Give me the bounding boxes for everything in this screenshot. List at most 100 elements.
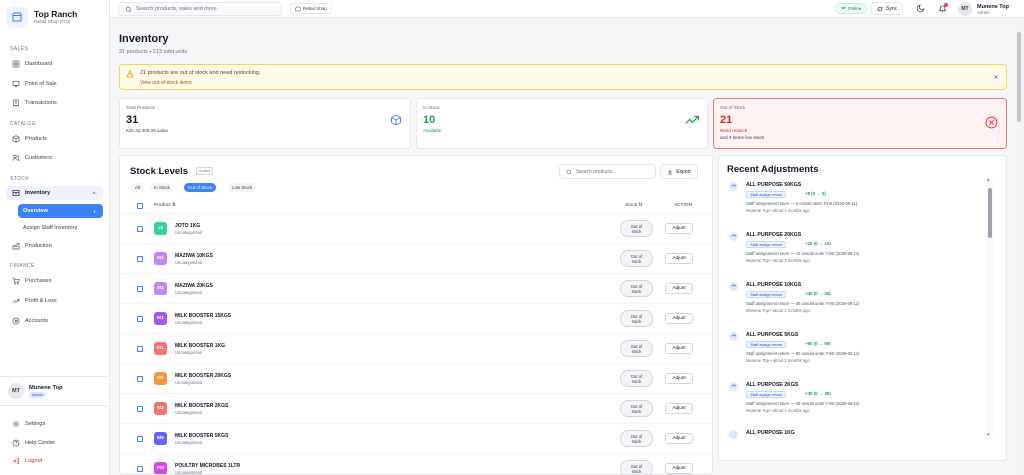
card-label: Out of Stock	[720, 105, 746, 110]
refresh-icon	[729, 430, 738, 439]
product-name[interactable]: POULTRY MICROBES 1LTR	[175, 463, 240, 469]
filter-all[interactable]: All	[131, 183, 144, 192]
sidebar-item-transactions[interactable]: Transactions	[6, 96, 103, 110]
out-of-stock-card[interactable]: Out of Stock 21 Need restock and 4 items…	[713, 98, 1007, 149]
row-checkbox[interactable]	[137, 286, 143, 292]
stock-status-badge: Out of stock	[620, 460, 653, 474]
scrollbar-thumb[interactable]	[988, 188, 992, 238]
scroll-up-icon[interactable]: ▴	[987, 177, 990, 183]
action-column-header: ACTION	[674, 203, 693, 208]
sidebar-item-products[interactable]: Products	[6, 132, 103, 146]
product-avatar: M2	[154, 402, 167, 415]
adjust-button[interactable]: Adjust	[665, 343, 693, 354]
product-name[interactable]: MILK BOOSTER 2KGS	[175, 403, 228, 409]
status-line: stock	[631, 289, 642, 294]
online-label: Online	[848, 6, 862, 11]
moon-icon[interactable]	[916, 4, 925, 13]
sidebar-item-production[interactable]: Production	[6, 239, 103, 253]
adjustment-type-badge: Staff assign return	[746, 341, 787, 348]
adjustment-meta: Munene Top • about 2 months ago	[746, 258, 810, 263]
stock-column-header[interactable]: Stock ⇅	[625, 203, 642, 208]
adjust-button[interactable]: Adjust	[665, 373, 693, 384]
page-scrollbar-thumb[interactable]	[1017, 32, 1021, 122]
product-avatar: M2	[154, 282, 167, 295]
sidebar-item-overview[interactable]: Overview	[18, 204, 103, 218]
store-logo-icon	[6, 6, 28, 28]
search-icon	[566, 169, 572, 174]
sync-button[interactable]: Sync	[871, 2, 904, 15]
filter-in-stock[interactable]: In Stock	[150, 183, 174, 192]
row-checkbox[interactable]	[137, 256, 143, 262]
sidebar-item-settings[interactable]: Settings	[6, 417, 103, 431]
row-checkbox[interactable]	[137, 226, 143, 232]
alert-link[interactable]: View out-of-stock items	[140, 80, 192, 86]
recent-adjustments-panel: Recent Adjustments ALL PURPOSE 50KGS Staf…	[718, 155, 1007, 461]
sidebar-item-accounts[interactable]: Accounts	[6, 314, 103, 328]
factory-icon	[12, 243, 20, 250]
users-icon	[12, 155, 20, 162]
adjust-button[interactable]: Adjust	[665, 223, 693, 234]
table-row: M1 MILK BOOSTER 15KGS Uncategorized Out of s…	[120, 303, 712, 333]
table-row: M1 MAZIWA 10KGS Uncategorized Out of stock Ad…	[120, 243, 712, 273]
product-name[interactable]: MILK BOOSTER 1KG	[175, 343, 225, 349]
export-button[interactable]: Export	[660, 164, 698, 179]
refresh-icon	[729, 182, 738, 191]
sidebar-item-inventory[interactable]: Inventory	[6, 186, 103, 200]
scrollbar[interactable]: ▴ ▾	[987, 177, 993, 438]
product-name[interactable]: JOTO 1KG	[175, 223, 200, 229]
row-checkbox[interactable]	[137, 346, 143, 352]
adjust-button[interactable]: Adjust	[665, 253, 693, 264]
sidebar-item-pos[interactable]: Point of Sale	[6, 77, 103, 91]
adjustment-name: ALL PURPOSE 10KGS	[746, 282, 802, 288]
shop-selector[interactable]: Retail Shop	[290, 3, 332, 14]
row-checkbox[interactable]	[137, 316, 143, 322]
product-search-input[interactable]: Search products...	[559, 164, 656, 179]
sidebar-item-dashboard[interactable]: Dashboard	[6, 57, 103, 71]
page-title: Inventory	[119, 33, 169, 45]
monitor-icon	[12, 81, 20, 87]
product-name[interactable]: MILK BOOSTER 20KGS	[175, 373, 231, 379]
adjust-button[interactable]: Adjust	[665, 283, 693, 294]
stock-status-badge: Out of stock	[620, 430, 653, 447]
adjust-button[interactable]: Adjust	[665, 313, 693, 324]
row-checkbox[interactable]	[137, 406, 143, 412]
refresh-icon	[729, 382, 738, 391]
select-all-checkbox[interactable]	[137, 203, 143, 209]
sidebar-item-purchases[interactable]: Purchases	[6, 274, 103, 288]
close-icon[interactable]	[993, 74, 999, 80]
brand-title: Top Ranch	[34, 9, 78, 19]
sidebar-item-profit-loss[interactable]: Profit & Loss	[6, 294, 103, 308]
wifi-icon	[841, 6, 846, 11]
scroll-down-icon[interactable]: ▾	[987, 432, 990, 438]
trending-icon	[12, 299, 20, 303]
sidebar-item-logout[interactable]: Logout	[6, 454, 103, 468]
page-scrollbar[interactable]	[1014, 18, 1024, 475]
brand[interactable]: Top Ranch Retail Shop POS	[0, 0, 109, 34]
product-name[interactable]: MAZIWA 20KGS	[175, 283, 213, 289]
product-name[interactable]: MILK BOOSTER 15KGS	[175, 313, 231, 319]
topbar-user-menu[interactable]: MT Munene Top Admin	[958, 2, 1009, 16]
adjustment-name: ALL PURPOSE 2KGS	[746, 382, 799, 388]
filter-low-stock[interactable]: Low Stock	[228, 183, 257, 192]
product-avatar: J1	[154, 222, 167, 235]
adjust-button[interactable]: Adjust	[665, 403, 693, 414]
product-name[interactable]: MILK BOOSTER 5KGS	[175, 433, 228, 439]
table-row: M2 MILK BOOSTER 20KGS Uncategorized Out of s…	[120, 363, 712, 393]
product-column-header[interactable]: Product ⇅	[154, 203, 176, 208]
adjust-button[interactable]: Adjust	[665, 463, 693, 474]
filter-out-of-stock[interactable]: Out of Stock	[184, 183, 217, 192]
row-checkbox[interactable]	[137, 376, 143, 382]
sidebar-item-assign-staff[interactable]: Assign Staff Inventory	[18, 221, 103, 235]
sidebar-item-help[interactable]: Help Center	[6, 436, 103, 450]
dashboard-icon	[12, 60, 20, 68]
product-category: Uncategorized	[175, 470, 203, 475]
card-note: Ksh 32,400.00 value	[126, 128, 168, 133]
row-checkbox[interactable]	[137, 436, 143, 442]
sidebar-user[interactable]: MT Munene Top Admin	[0, 376, 110, 406]
product-name[interactable]: MAZIWA 10KGS	[175, 253, 213, 259]
adjust-button[interactable]: Adjust	[665, 433, 693, 444]
sidebar-item-customers[interactable]: Customers	[6, 151, 103, 165]
row-checkbox[interactable]	[137, 466, 143, 472]
sync-label: Sync	[886, 5, 898, 12]
global-search-input[interactable]: Search products, sales and more	[118, 2, 282, 16]
